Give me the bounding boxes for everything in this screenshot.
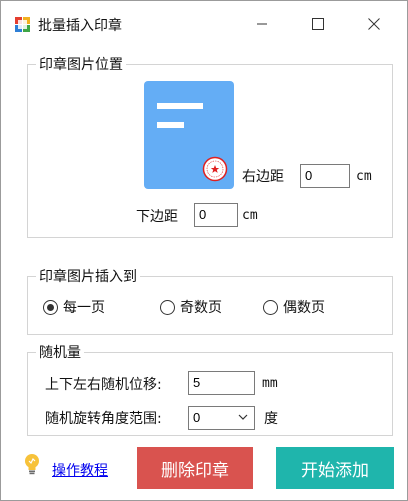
minimize-button[interactable] <box>239 9 285 39</box>
position-group-legend: 印章图片位置 <box>36 54 126 74</box>
position-group: 印章图片位置 右边距 0 cm 下边距 0 cm <box>27 54 393 238</box>
chevron-down-icon <box>238 414 248 420</box>
insert-group: 印章图片插入到 每一页 奇数页 偶数页 <box>27 266 393 335</box>
maximize-icon <box>312 18 324 30</box>
radio-odd-pages[interactable]: 奇数页 <box>160 297 222 317</box>
radio-label: 每一页 <box>63 300 105 316</box>
close-icon <box>368 18 380 30</box>
radio-circle[interactable] <box>160 299 175 315</box>
right-margin-label: 右边距 <box>242 169 284 185</box>
minimize-icon <box>257 23 267 25</box>
random-group-legend: 随机量 <box>36 342 84 362</box>
start-add-button[interactable]: 开始添加 <box>276 447 394 489</box>
random-group: 随机量 上下左右随机位移: 5 mm 随机旋转角度范围: 0 度 <box>27 342 393 436</box>
window: 批量插入印章 印章图片位置 右边距 0 cm 下边距 0 cm 印章图片插入到 … <box>0 0 408 501</box>
delete-seal-button[interactable]: 删除印章 <box>137 447 253 489</box>
maximize-button[interactable] <box>295 9 341 39</box>
document-preview <box>144 81 234 189</box>
bottom-margin-unit: cm <box>242 208 258 223</box>
radio-circle[interactable] <box>43 299 58 315</box>
rotate-unit: 度 <box>264 411 278 427</box>
rotate-label: 随机旋转角度范围: <box>45 411 162 427</box>
radio-every-page[interactable]: 每一页 <box>43 297 105 317</box>
offset-unit: mm <box>262 376 278 391</box>
offset-label: 上下左右随机位移: <box>45 377 162 393</box>
offset-input[interactable]: 5 <box>188 371 255 395</box>
tutorial-link[interactable]: 操作教程 <box>52 460 108 480</box>
title-bar[interactable]: 批量插入印章 <box>1 1 407 47</box>
rotate-select-value: 0 <box>193 410 201 425</box>
bottom-margin-label: 下边距 <box>136 209 178 225</box>
app-icon <box>14 16 31 33</box>
radio-label: 偶数页 <box>283 300 325 316</box>
right-margin-input[interactable]: 0 <box>300 164 350 188</box>
doc-line <box>157 122 184 128</box>
right-margin-unit: cm <box>356 169 372 184</box>
window-title: 批量插入印章 <box>38 18 122 34</box>
radio-even-pages[interactable]: 偶数页 <box>263 297 325 317</box>
seal-icon <box>202 156 228 182</box>
lightbulb-icon <box>25 454 39 475</box>
radio-label: 奇数页 <box>180 300 222 316</box>
doc-line <box>157 103 203 109</box>
close-button[interactable] <box>351 9 397 39</box>
insert-group-legend: 印章图片插入到 <box>36 266 140 286</box>
bottom-margin-input[interactable]: 0 <box>194 203 238 227</box>
rotate-select[interactable]: 0 <box>188 406 255 430</box>
radio-circle[interactable] <box>263 299 278 315</box>
